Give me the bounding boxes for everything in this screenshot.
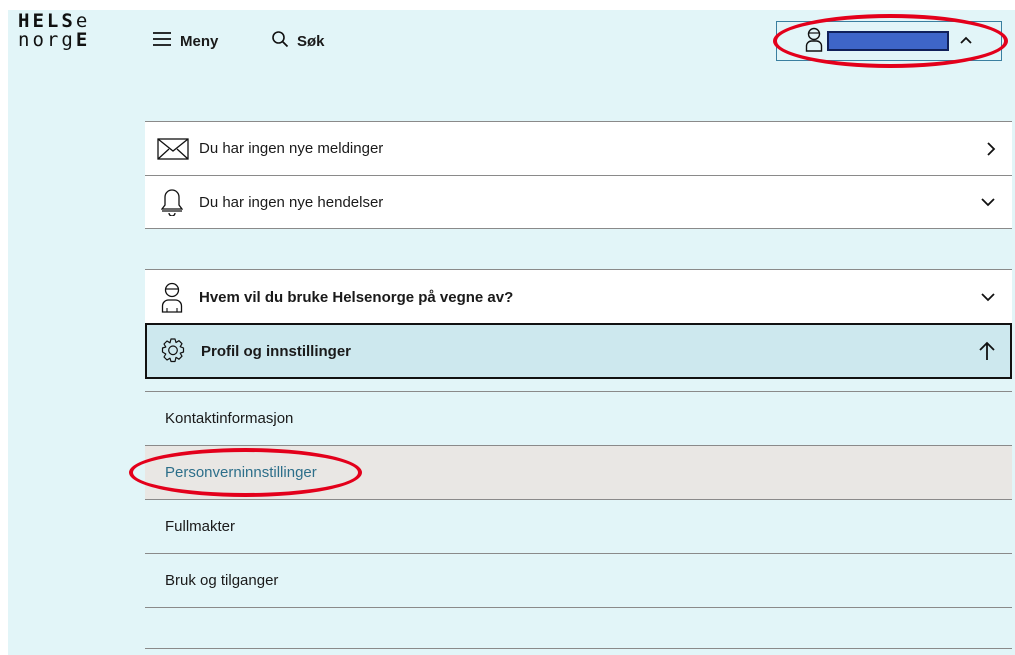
events-row[interactable]: Du har ingen nye hendelser — [145, 175, 1012, 229]
user-menu-button[interactable] — [776, 21, 1002, 61]
search-label: Søk — [297, 32, 325, 50]
profile-settings-label: Profil og innstillinger — [201, 342, 351, 360]
submenu-label: Personverninnstillinger — [165, 464, 317, 481]
represent-row[interactable]: Hvem vil du bruke Helsenorge på vegne av… — [145, 269, 1012, 324]
divider — [145, 607, 1012, 608]
submenu-label: Bruk og tilganger — [165, 572, 279, 589]
chevron-up-icon — [959, 32, 973, 50]
chevron-down-icon — [980, 292, 996, 302]
user-icon — [161, 281, 183, 313]
messages-row[interactable]: Du har ingen nye meldinger — [145, 121, 1012, 175]
hamburger-icon — [152, 31, 172, 51]
search-icon — [271, 30, 289, 52]
messages-label: Du har ingen nye meldinger — [199, 140, 384, 157]
profile-settings-toggle[interactable]: Profil og innstillinger — [145, 323, 1012, 379]
chevron-down-icon — [980, 197, 996, 207]
divider — [145, 648, 1012, 649]
redacted-user-name — [827, 31, 949, 51]
menu-button[interactable]: Meny — [152, 28, 218, 54]
helsenorge-logo[interactable]: H E L S e n o r g E — [18, 12, 114, 50]
submenu-item-usage-access[interactable]: Bruk og tilganger — [145, 553, 1012, 607]
menu-label: Meny — [180, 32, 219, 50]
chevron-right-icon — [986, 141, 996, 157]
user-icon — [805, 26, 823, 57]
arrow-up-icon — [978, 341, 996, 361]
search-button[interactable]: Søk — [271, 28, 325, 54]
envelope-icon — [157, 137, 189, 160]
events-label: Du har ingen nye hendelser — [199, 193, 384, 211]
submenu-label: Fullmakter — [165, 518, 236, 535]
submenu-item-privacy-settings[interactable]: Personverninnstillinger — [145, 445, 1012, 499]
bell-icon — [161, 188, 183, 216]
submenu-label: Kontaktinformasjon — [165, 410, 294, 427]
submenu-item-power-of-attorney[interactable]: Fullmakter — [145, 499, 1012, 553]
submenu-item-contact-info[interactable]: Kontaktinformasjon — [145, 391, 1012, 445]
gear-icon — [159, 337, 187, 365]
represent-label: Hvem vil du bruke Helsenorge på vegne av… — [199, 288, 514, 306]
